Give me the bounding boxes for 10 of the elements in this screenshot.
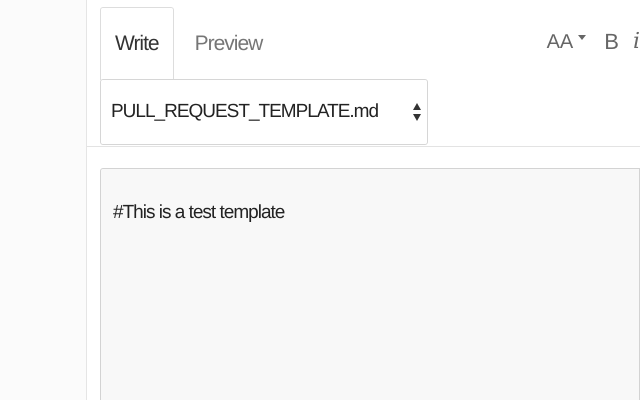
select-value: PULL_REQUEST_TEMPLATE.md xyxy=(111,100,378,124)
text-size-button[interactable]: AA xyxy=(546,26,590,56)
bold-button[interactable]: B xyxy=(604,25,619,58)
template-select[interactable]: PULL_REQUEST_TEMPLATE.md xyxy=(100,79,428,145)
italic-button[interactable]: i xyxy=(632,25,640,58)
caret-icon xyxy=(578,34,586,40)
tab[interactable]: Write xyxy=(100,7,174,80)
tab[interactable]: Preview xyxy=(174,7,284,80)
up-down-icon xyxy=(413,103,421,121)
editor-field[interactable]: #This is a test template xyxy=(100,168,640,400)
